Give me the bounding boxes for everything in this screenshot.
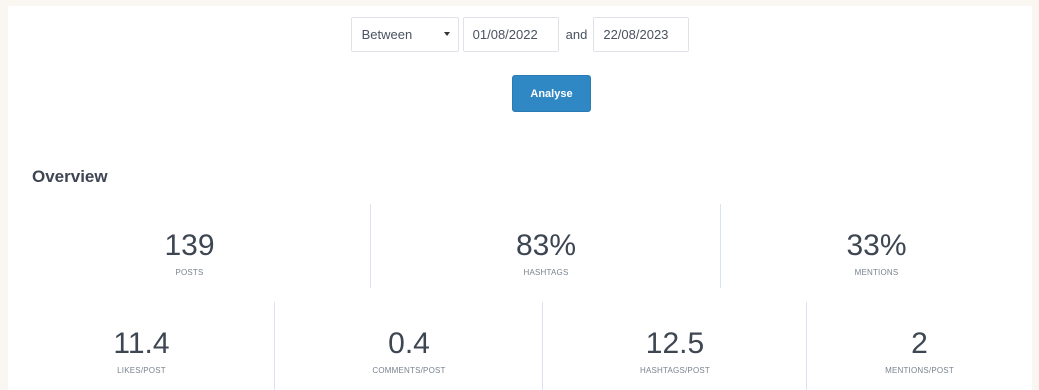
stat-comments-per-post: 0.4 COMMENTS/POST <box>275 302 543 390</box>
caret-down-icon <box>443 32 450 36</box>
stat-mentions-per-post: 2 MENTIONS/POST <box>807 302 1032 390</box>
stat-value: 2 <box>911 327 928 360</box>
date-filter-row: Between and <box>8 16 1032 52</box>
stat-value: 33% <box>846 229 907 262</box>
stat-mentions: 33% MENTIONS <box>721 204 1032 288</box>
overview-stats-averages: 11.4 LIKES/POST 0.4 COMMENTS/POST 12.5 H… <box>8 302 1032 390</box>
stat-label: POSTS <box>175 268 204 277</box>
stat-label: MENTIONS <box>854 268 899 277</box>
stat-hashtags: 83% HASHTAGS <box>371 204 721 288</box>
analyse-button[interactable]: Analyse <box>512 75 591 112</box>
stat-value: 11.4 <box>113 327 170 360</box>
analysis-panel: Between and Analyse Overview 139 POSTS 8… <box>8 6 1032 390</box>
stat-hashtags-per-post: 12.5 HASHTAGS/POST <box>543 302 807 390</box>
stat-value: 0.4 <box>388 327 430 360</box>
stat-label: COMMENTS/POST <box>372 366 446 375</box>
stat-label: MENTIONS/POST <box>885 366 954 375</box>
date-mode-selected-value: Between <box>361 26 413 42</box>
stat-value: 139 <box>164 229 215 262</box>
stat-label: HASHTAGS <box>523 268 569 277</box>
overview-heading: Overview <box>32 167 108 186</box>
start-date-input[interactable] <box>462 16 559 52</box>
stat-value: 12.5 <box>645 327 705 360</box>
stat-likes-per-post: 11.4 LIKES/POST <box>8 302 275 390</box>
stat-label: HASHTAGS/POST <box>639 366 711 375</box>
stat-label: LIKES/POST <box>117 366 166 375</box>
stat-posts: 139 POSTS <box>8 204 371 288</box>
stat-value: 83% <box>515 229 577 262</box>
date-range-joiner: and <box>565 26 588 42</box>
overview-stats-primary: 139 POSTS 83% HASHTAGS 33% MENTIONS <box>8 204 1032 288</box>
end-date-input[interactable] <box>593 16 690 52</box>
date-mode-select[interactable]: Between <box>350 16 459 52</box>
